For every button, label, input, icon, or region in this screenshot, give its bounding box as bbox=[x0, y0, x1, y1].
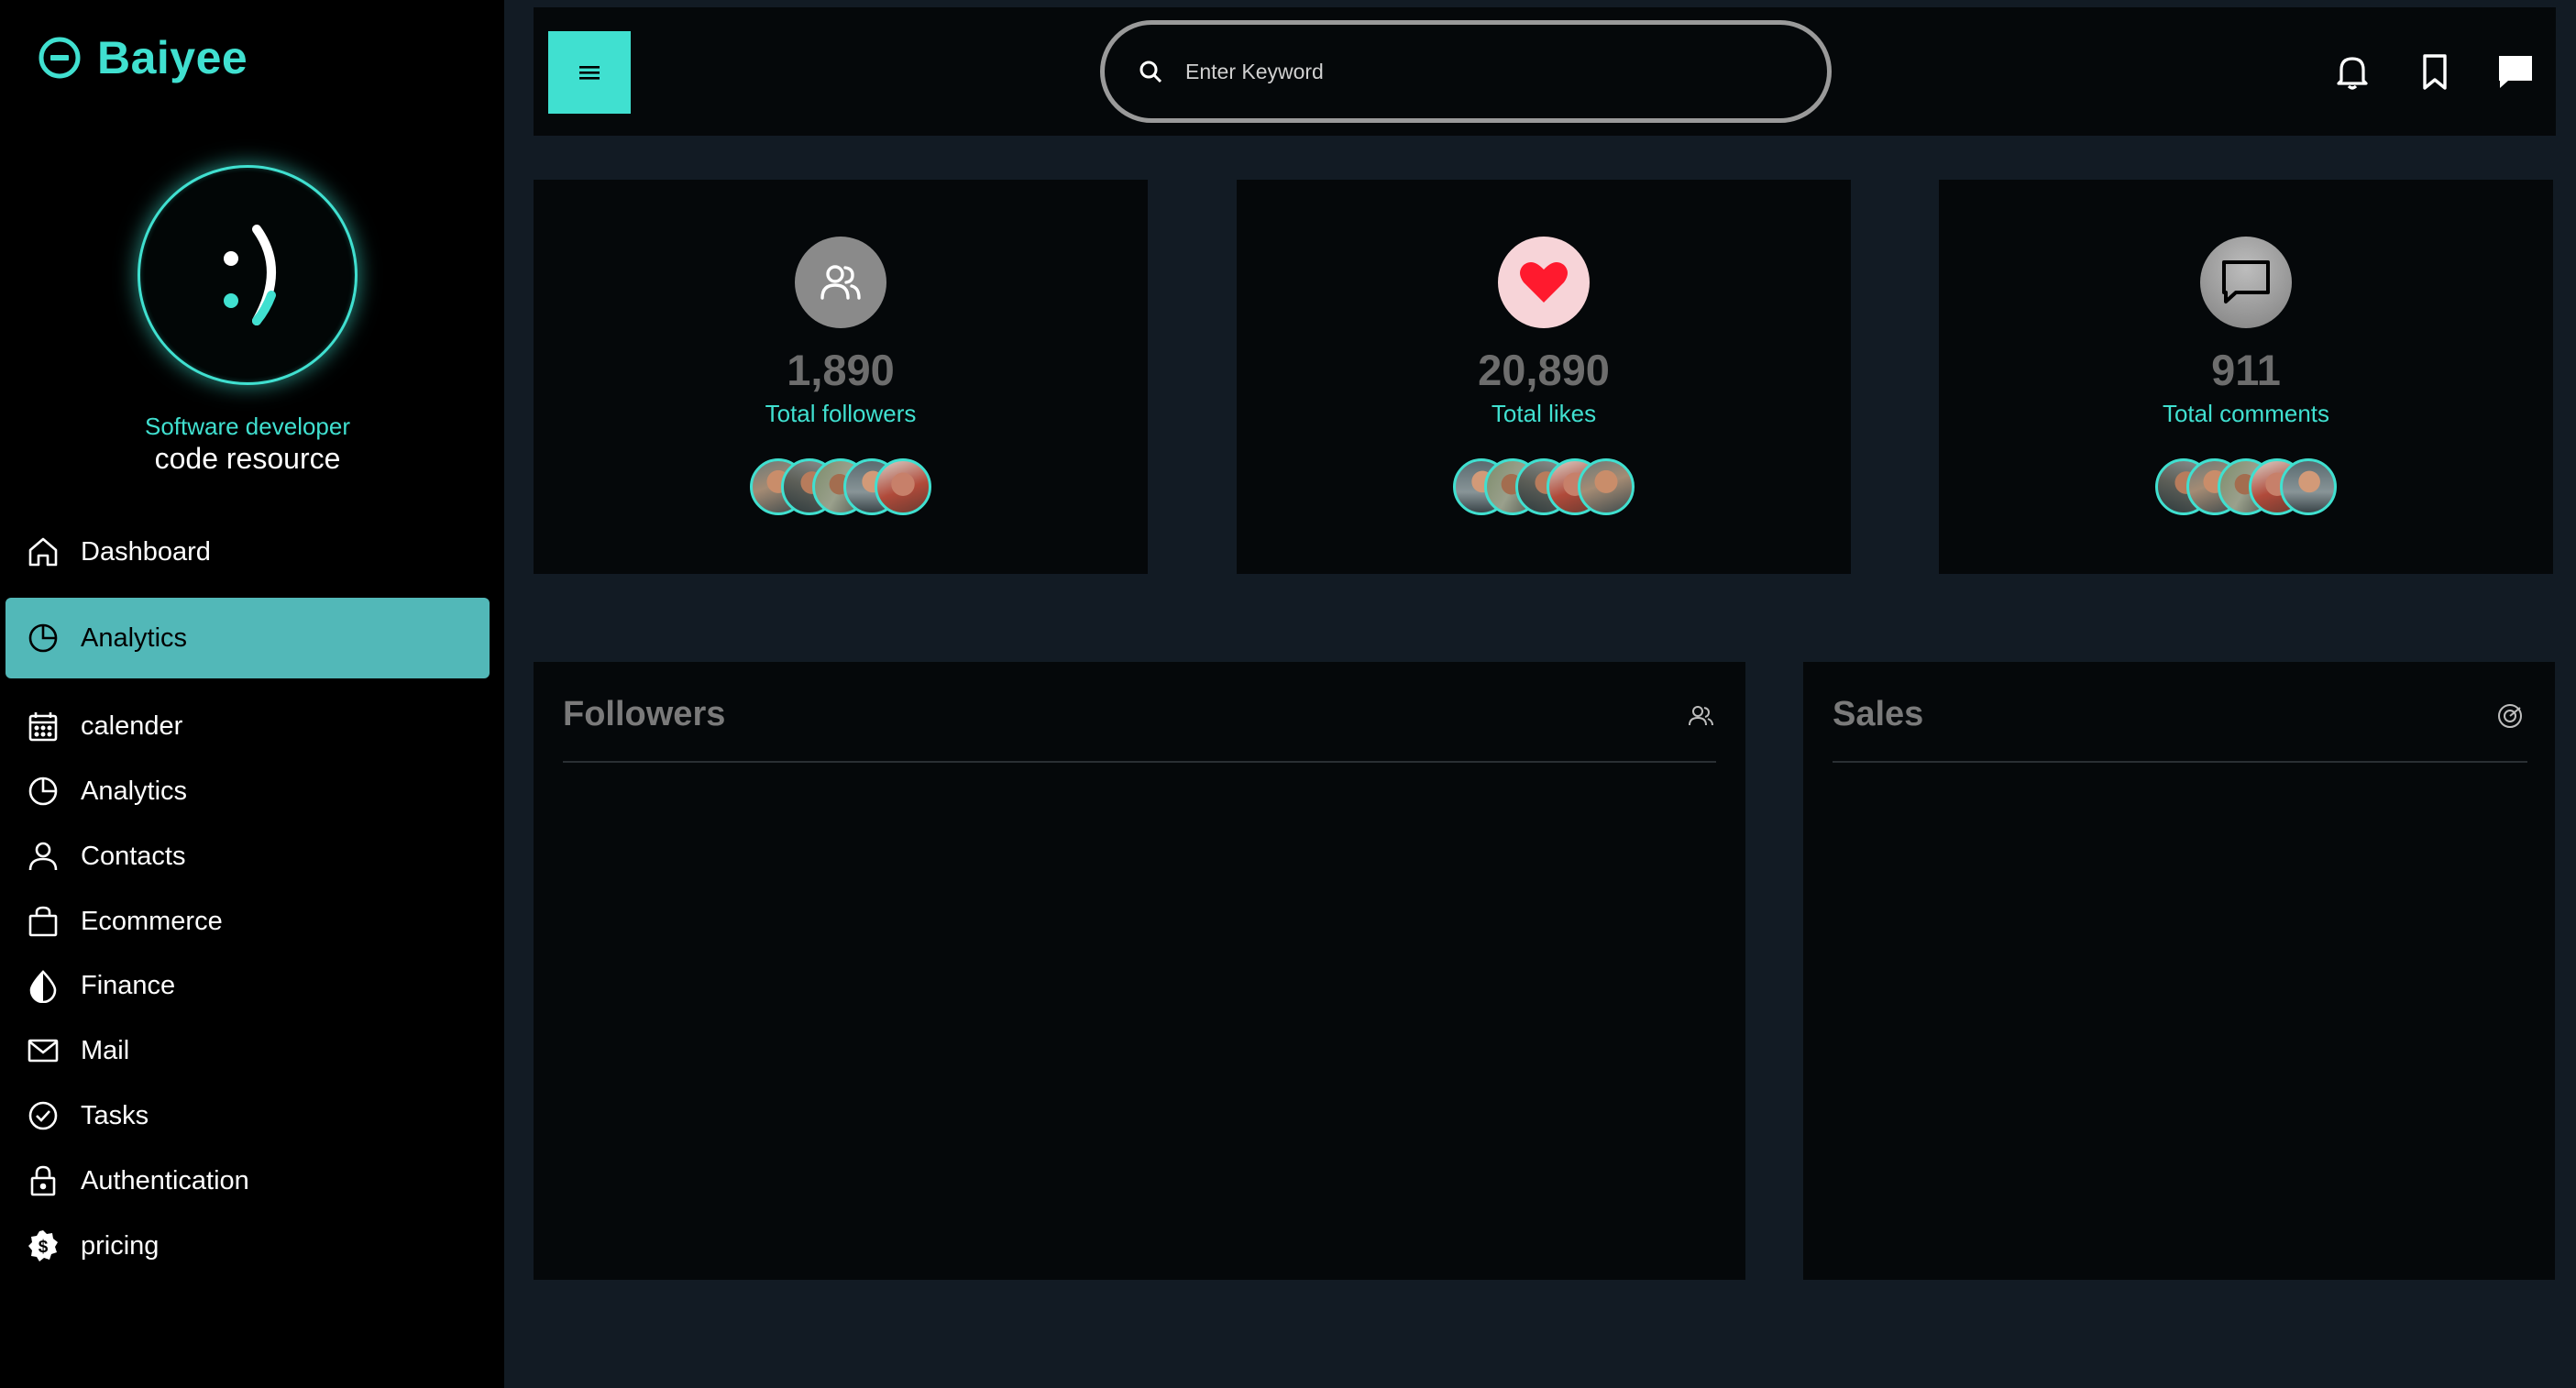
pie-chart-icon bbox=[28, 623, 58, 653]
dollar-badge-icon: $ bbox=[28, 1230, 58, 1261]
profile-org: code resource bbox=[154, 442, 341, 475]
sidebar-item-label: Tasks bbox=[81, 1100, 149, 1130]
svg-text:$: $ bbox=[39, 1238, 49, 1257]
users-icon[interactable] bbox=[1687, 702, 1714, 730]
bell-icon[interactable] bbox=[2332, 51, 2372, 92]
sidebar-item-label: Analytics bbox=[81, 776, 188, 806]
sidebar-item-label: Contacts bbox=[81, 841, 186, 871]
minus-circle-icon bbox=[39, 37, 81, 79]
sidebar-item-label: pricing bbox=[81, 1230, 160, 1261]
stat-icon-circle bbox=[1498, 237, 1590, 328]
sidebar-item-label: Mail bbox=[81, 1035, 130, 1065]
person-icon bbox=[28, 842, 58, 871]
sidebar-item-label: Ecommerce bbox=[81, 906, 223, 936]
sidebar-item-analytics-active[interactable]: Analytics bbox=[6, 598, 490, 678]
profile-role: Software developer bbox=[144, 413, 351, 440]
stat-label: Total likes bbox=[1491, 400, 1597, 427]
stat-icon-circle bbox=[795, 237, 886, 328]
sidebar: Baiyee Software developer code resource … bbox=[0, 0, 504, 1388]
panel-title: Followers bbox=[563, 695, 726, 733]
search-box[interactable] bbox=[1100, 20, 1832, 123]
smiley-icon bbox=[224, 225, 276, 325]
stat-value: 911 bbox=[2211, 346, 2281, 394]
sidebar-item-pricing[interactable]: $ pricing bbox=[6, 1206, 490, 1286]
menu-button[interactable] bbox=[548, 31, 631, 114]
pie-chart-icon bbox=[28, 777, 58, 806]
check-circle-icon bbox=[28, 1101, 58, 1130]
sidebar-item-label: Finance bbox=[81, 970, 176, 1000]
avatar bbox=[2280, 458, 2337, 515]
comment-icon bbox=[2222, 260, 2270, 303]
stat-icon-circle bbox=[2200, 237, 2292, 328]
sidebar-item-label: calender bbox=[81, 711, 183, 741]
panel-divider bbox=[563, 761, 1716, 763]
panel-divider bbox=[1833, 761, 2527, 763]
avatar bbox=[1578, 458, 1635, 515]
sidebar-item-label: Authentication bbox=[81, 1165, 249, 1195]
shopping-bag-icon bbox=[28, 906, 58, 937]
brand[interactable]: Baiyee bbox=[37, 31, 248, 84]
users-icon bbox=[820, 265, 861, 300]
search-input[interactable] bbox=[1185, 59, 1772, 84]
bookmark-icon[interactable] bbox=[2415, 51, 2455, 92]
stat-card-comments: 911 Total comments bbox=[1939, 180, 2553, 574]
sidebar-item-dashboard[interactable]: Dashboard bbox=[6, 512, 490, 592]
stat-card-followers: 1,890 Total followers bbox=[534, 180, 1148, 574]
sidebar-item-label: Dashboard bbox=[81, 536, 211, 567]
stat-card-likes: 20,890 Total likes bbox=[1237, 180, 1851, 574]
sales-panel: Sales bbox=[1803, 662, 2555, 1280]
sidebar-item-label: Analytics bbox=[81, 622, 188, 653]
hamburger-icon bbox=[579, 66, 600, 80]
stat-label: Total comments bbox=[2162, 400, 2330, 427]
stat-value: 1,890 bbox=[787, 346, 895, 394]
followers-panel: Followers bbox=[534, 662, 1745, 1280]
avatar[interactable] bbox=[138, 165, 358, 385]
panel-title: Sales bbox=[1833, 695, 1924, 733]
home-icon bbox=[28, 537, 58, 567]
target-icon[interactable] bbox=[2496, 702, 2524, 730]
avatar-stack[interactable] bbox=[1237, 458, 1851, 515]
brand-name: Baiyee bbox=[97, 32, 248, 83]
half-drop-icon bbox=[29, 970, 57, 1003]
avatar-stack[interactable] bbox=[1939, 458, 2553, 515]
calendar-icon bbox=[28, 712, 58, 742]
chat-icon[interactable] bbox=[2495, 51, 2536, 92]
envelope-icon bbox=[28, 1039, 59, 1063]
avatar-stack[interactable] bbox=[534, 458, 1148, 515]
heart-icon bbox=[1520, 261, 1568, 303]
search-icon bbox=[1139, 61, 1162, 83]
avatar bbox=[875, 458, 931, 515]
stat-label: Total followers bbox=[765, 400, 917, 427]
topbar bbox=[534, 7, 2556, 136]
lock-icon bbox=[30, 1165, 56, 1196]
stat-value: 20,890 bbox=[1478, 346, 1610, 394]
